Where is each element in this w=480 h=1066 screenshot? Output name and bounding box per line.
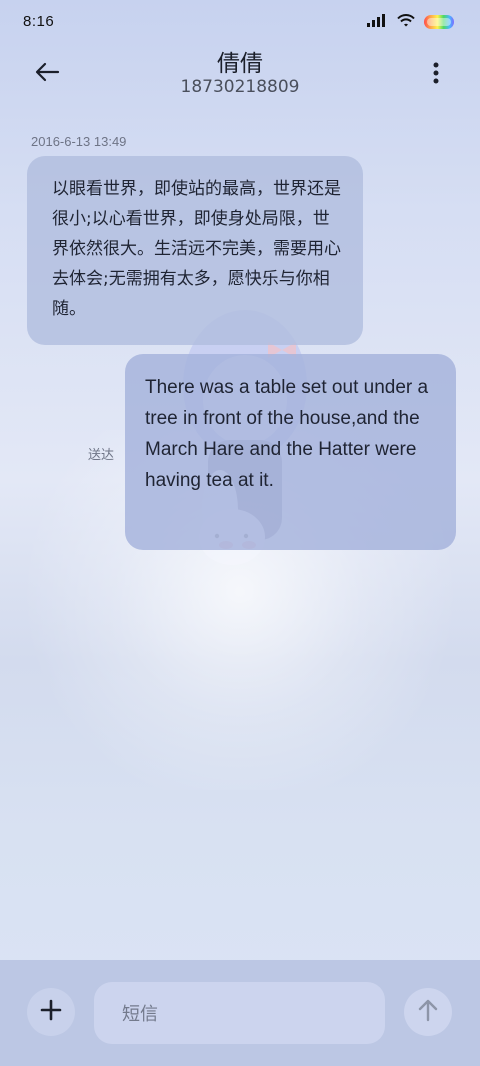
delivery-status: 送达 bbox=[88, 448, 115, 463]
conversation-header: 倩倩 18730218809 bbox=[0, 40, 480, 110]
more-vertical-icon bbox=[432, 61, 440, 89]
arrow-up-icon bbox=[417, 998, 439, 1026]
send-button[interactable] bbox=[404, 988, 452, 1036]
contact-name: 倩倩 bbox=[217, 51, 263, 77]
contact-phone-number: 18730218809 bbox=[180, 77, 300, 97]
signal-icon bbox=[366, 12, 388, 32]
outgoing-message-text: There was a table set out under a tree i… bbox=[145, 377, 429, 491]
wifi-icon bbox=[396, 12, 416, 32]
incoming-message-bubble[interactable]: 以眼看世界，即使站的最高，世界还是很小;以心看世界，即使身处局限，世界依然很大。… bbox=[27, 156, 363, 345]
add-attachment-button[interactable] bbox=[27, 988, 75, 1036]
outgoing-message-bubble[interactable]: There was a table set out under a tree i… bbox=[125, 354, 456, 550]
sms-input-placeholder: 短信 bbox=[122, 1004, 158, 1025]
incoming-message-text: 以眼看世界，即使站的最高，世界还是很小;以心看世界，即使身处局限，世界依然很大。… bbox=[52, 179, 341, 319]
plus-icon bbox=[40, 999, 62, 1025]
status-bar: 8:16 bbox=[0, 0, 480, 44]
message-composer: 短信 bbox=[0, 960, 480, 1066]
sms-input[interactable]: 短信 bbox=[94, 982, 385, 1044]
message-timestamp: 2016-6-13 13:49 bbox=[31, 134, 127, 149]
battery-icon bbox=[424, 15, 454, 29]
more-options-button[interactable] bbox=[420, 55, 452, 95]
status-time: 8:16 bbox=[23, 13, 55, 30]
status-icons bbox=[366, 12, 454, 32]
